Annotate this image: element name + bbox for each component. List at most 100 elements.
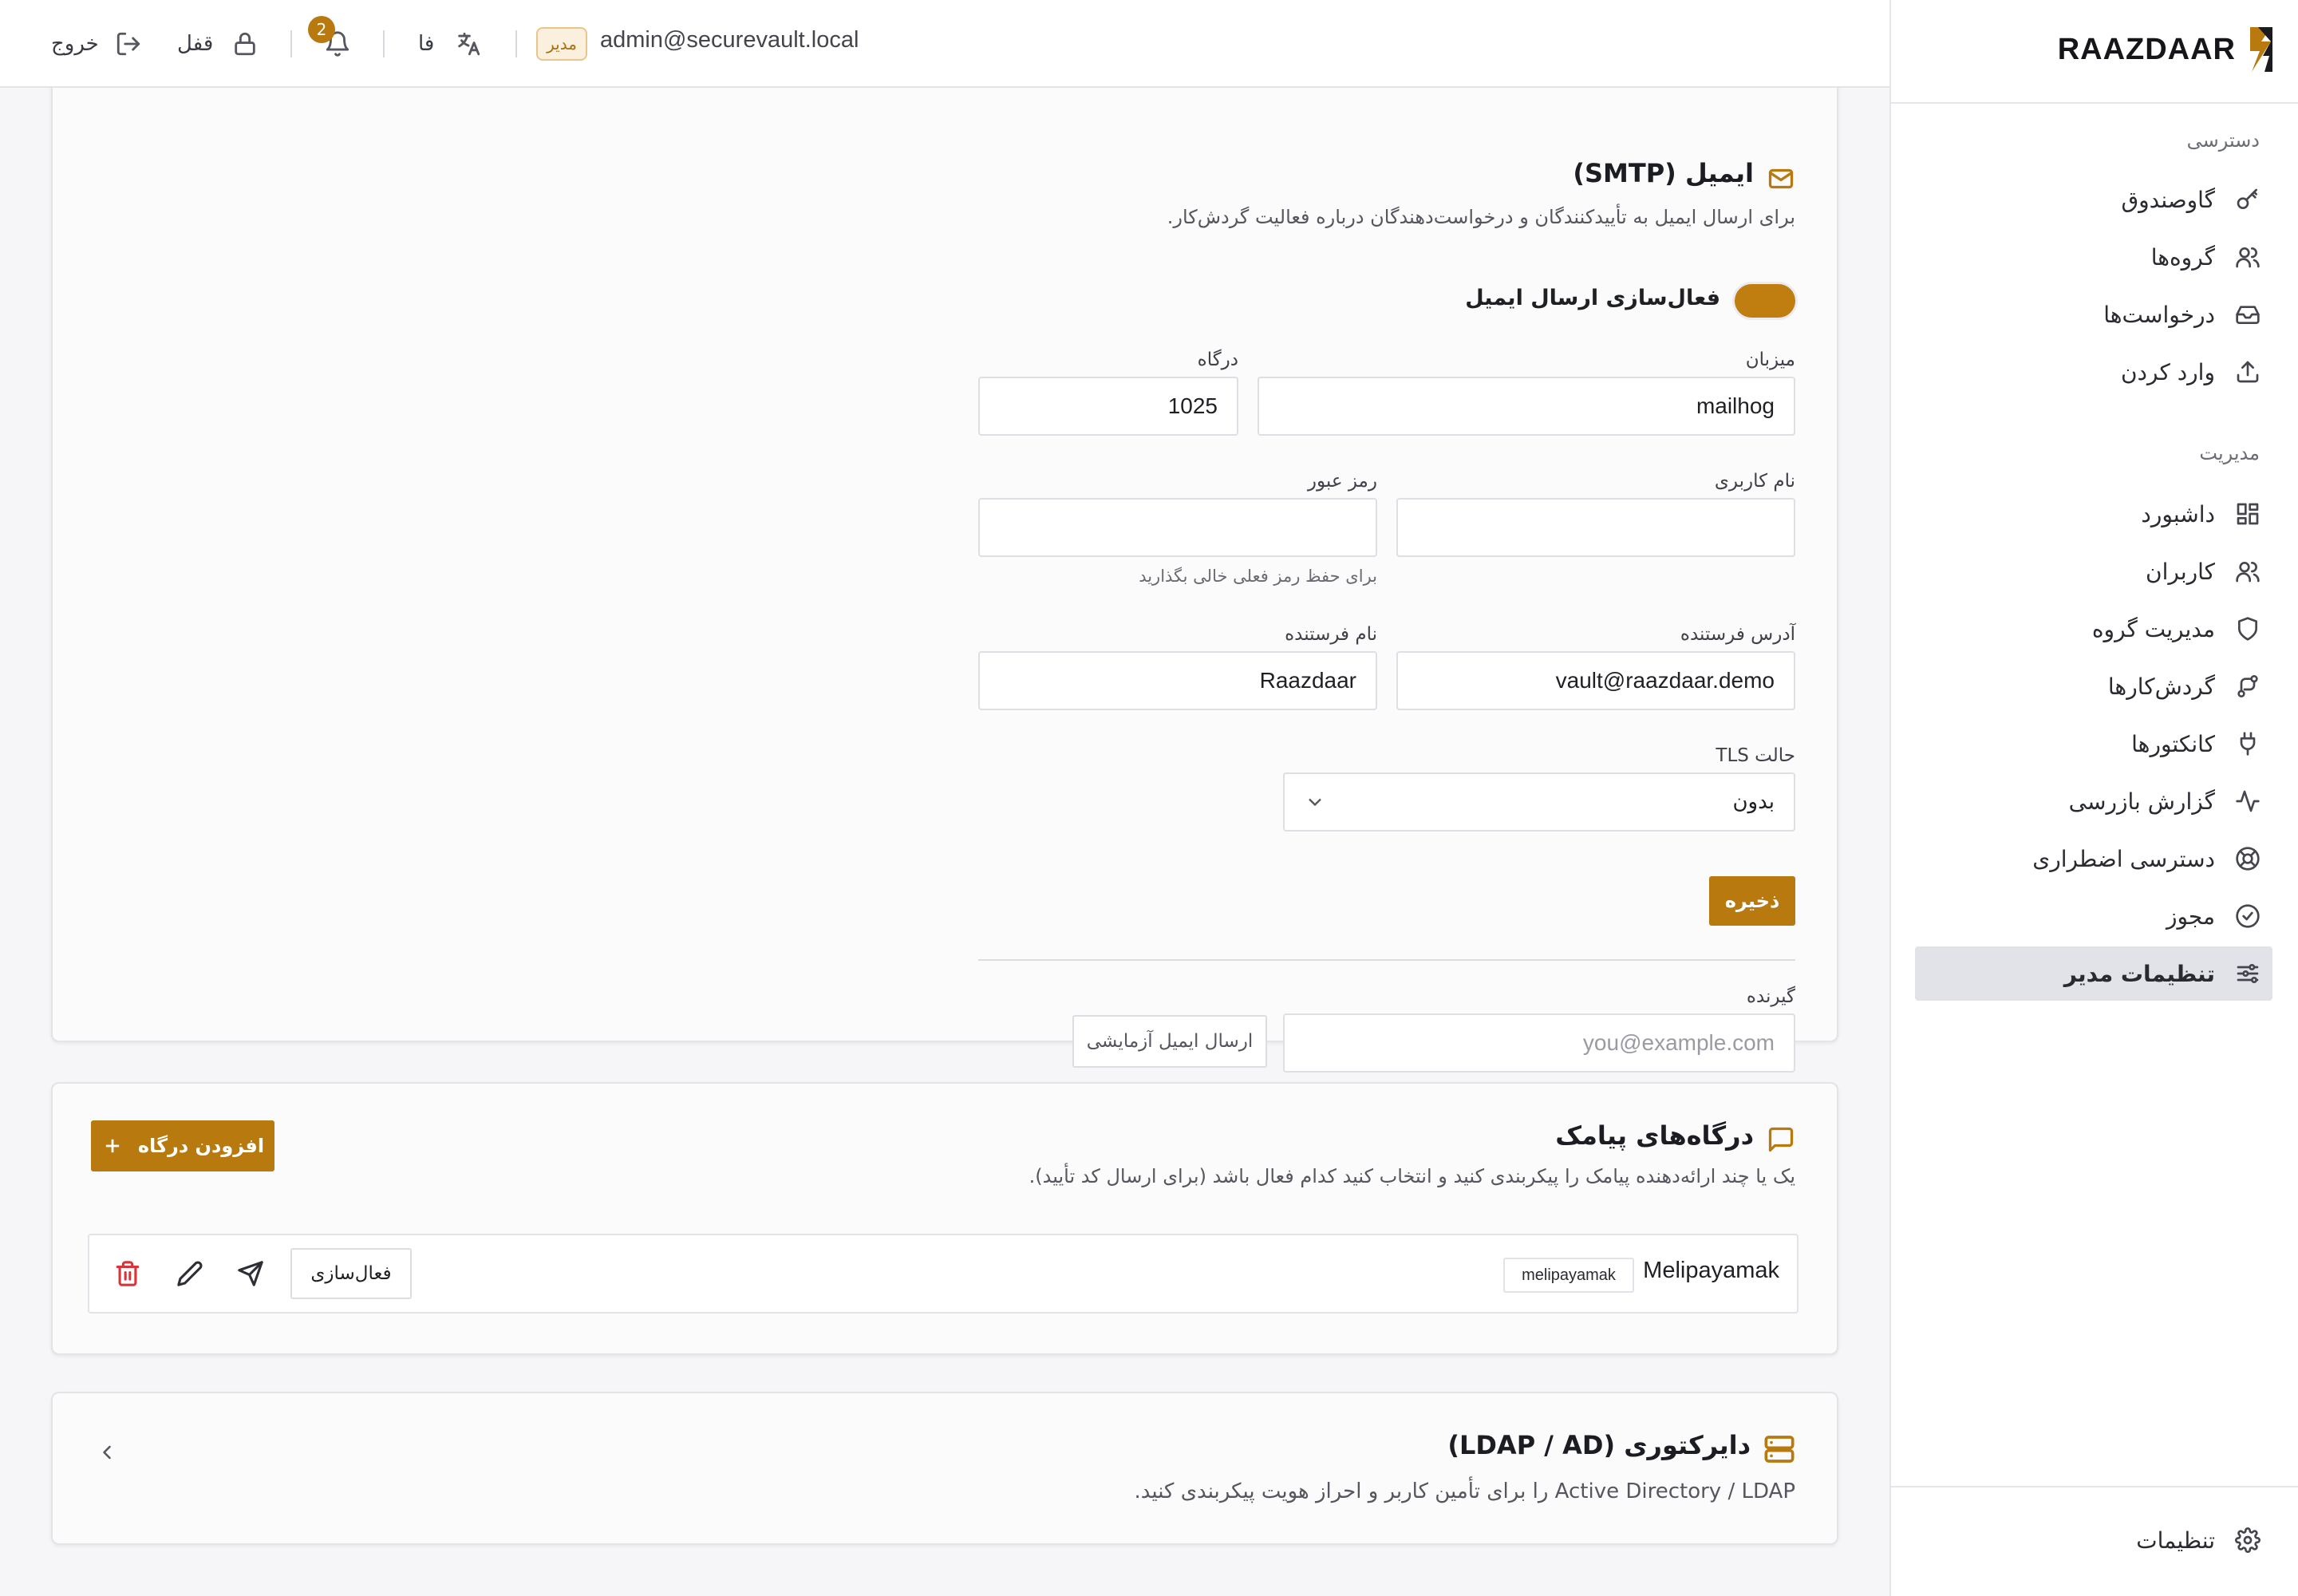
inbox-icon — [2234, 301, 2261, 328]
shield-icon — [2234, 615, 2261, 642]
sidebar-item-group-management[interactable]: مدیریت گروه — [1915, 602, 2272, 656]
from-name-label: نام فرستنده — [1285, 624, 1377, 645]
email-enable-label: فعال‌سازی ارسال ایمیل — [1465, 286, 1720, 310]
send-test-sms-button[interactable] — [233, 1256, 268, 1291]
sidebar-item-requests[interactable]: درخواست‌ها — [1915, 287, 2272, 342]
upload-icon — [2234, 358, 2261, 385]
sidebar-item-dashboard[interactable]: داشبورد — [1915, 487, 2272, 541]
tls-mode-label: حالت TLS — [1716, 745, 1795, 766]
from-name-input[interactable]: Raazdaar — [978, 651, 1377, 710]
sidebar-item-label: کاربران — [2146, 558, 2215, 585]
gateway-name: Melipayamak — [1643, 1258, 1779, 1283]
sidebar-item-settings[interactable]: تنظیمات — [1915, 1513, 2272, 1567]
ldap-directory-card[interactable]: دایرکتوری (LDAP / AD) Active Directory /… — [51, 1392, 1838, 1545]
pencil-icon — [177, 1261, 203, 1286]
sidebar-item-workflows[interactable]: گردش‌کارها — [1915, 659, 2272, 713]
recipient-label: گیرنده — [1746, 986, 1795, 1007]
sidebar-item-label: گردش‌کارها — [2107, 673, 2215, 700]
sidebar-item-label: درخواست‌ها — [2103, 301, 2215, 328]
brand-logo-icon — [2250, 27, 2272, 72]
users-icon — [2234, 243, 2261, 271]
gateway-type-tag: melipayamak — [1503, 1258, 1634, 1293]
port-label: درگاه — [1197, 350, 1238, 370]
sidebar-item-import[interactable]: وارد کردن — [1915, 345, 2272, 399]
divider — [290, 30, 292, 57]
sidebar-item-label: مدیریت گروه — [2091, 615, 2215, 642]
section-label-access: دسترسی — [2186, 129, 2260, 152]
brand[interactable]: RAAZDAAR — [2058, 24, 2276, 75]
top-bar: admin@securevault.local مدیر فا 2 قفل خر… — [0, 0, 1889, 88]
translate-button[interactable] — [455, 0, 482, 88]
email-smtp-card: ایمیل (SMTP) برای ارسال ایمیل به تأییدکن… — [51, 88, 1838, 1073]
message-square-icon — [1767, 1125, 1795, 1157]
sidebar-item-label: گروه‌ها — [2150, 243, 2215, 271]
translate-icon — [458, 32, 480, 56]
edit-gateway-button[interactable] — [172, 1256, 207, 1291]
email-card-description: برای ارسال ایمیل به تأییدکنندگان و درخوا… — [1167, 206, 1795, 228]
brand-name: RAAZDAAR — [2057, 32, 2236, 66]
port-input[interactable]: 1025 — [978, 377, 1238, 436]
activate-gateway-button[interactable]: فعال‌سازی — [290, 1248, 412, 1299]
sidebar-item-vault[interactable]: گاوصندوق — [1915, 172, 2272, 227]
expand-ldap-button[interactable] — [89, 1435, 124, 1470]
gateway-row: Melipayamak melipayamak فعال‌سازی — [88, 1234, 1799, 1314]
sidebar-item-license[interactable]: مجوز — [1915, 889, 2272, 943]
plug-icon — [2234, 730, 2261, 757]
chevron-down-icon — [1309, 798, 1321, 807]
sidebar-item-admin-settings[interactable]: تنظیمات مدیر — [1915, 946, 2272, 1001]
mail-icon — [1767, 164, 1795, 196]
server-icon — [1763, 1433, 1795, 1468]
ldap-card-description: Active Directory / LDAP را برای تأمین کا… — [1134, 1479, 1795, 1503]
lock-icon[interactable] — [231, 0, 259, 88]
main-content: ایمیل (SMTP) برای ارسال ایمیل به تأییدکن… — [0, 88, 1889, 1596]
sidebar-item-label: مجوز — [2166, 903, 2215, 930]
ldap-card-title: دایرکتوری (LDAP / AD) — [1447, 1430, 1751, 1460]
sidebar-item-label: کانکتورها — [2131, 730, 2215, 757]
tls-mode-value: بدون — [1732, 790, 1775, 814]
sidebar-item-connectors[interactable]: کانکتورها — [1915, 717, 2272, 771]
save-button[interactable]: ذخیره — [1709, 876, 1795, 926]
toggle-knob — [1738, 287, 1765, 314]
role-badge: مدیر — [536, 27, 587, 61]
recipient-input[interactable]: you@example.com — [1283, 1013, 1795, 1073]
sidebar-item-label: گاوصندوق — [2121, 186, 2215, 213]
workflow-icon — [2234, 673, 2261, 700]
add-gateway-button[interactable]: افزودن درگاه — [91, 1120, 274, 1171]
logout-icon[interactable] — [115, 0, 142, 88]
sidebar: RAAZDAAR دسترسی گاوصندوق گروه‌ها درخواست… — [1889, 0, 2298, 1596]
delete-gateway-button[interactable] — [110, 1256, 145, 1291]
sidebar-item-label: دسترسی اضطراری — [2032, 845, 2215, 872]
key-icon — [2234, 186, 2261, 213]
email-enable-toggle[interactable] — [1735, 284, 1795, 318]
sidebar-item-emergency-access[interactable]: دسترسی اضطراری — [1915, 832, 2272, 886]
send-test-email-button[interactable]: ارسال ایمیل آزمایشی — [1072, 1015, 1267, 1068]
badge-check-icon — [2234, 903, 2261, 930]
user-email: admin@securevault.local — [600, 27, 859, 53]
sliders-icon — [2234, 960, 2261, 987]
sidebar-item-audit-log[interactable]: گزارش بازرسی — [1915, 774, 2272, 828]
sms-card-title: درگاه‌های پیامک — [1555, 1120, 1754, 1151]
sidebar-item-label: گزارش بازرسی — [2068, 788, 2215, 815]
notifications-button[interactable] — [324, 0, 351, 88]
divider — [383, 30, 385, 57]
sms-card-description: یک یا چند ارائه‌دهنده پیامک را پیکربندی … — [1029, 1165, 1795, 1187]
tls-mode-select[interactable]: بدون — [1283, 772, 1795, 832]
password-hint: برای حفظ رمز فعلی خالی بگذارید — [1139, 567, 1377, 586]
chevron-left-icon — [103, 1445, 111, 1460]
lifebuoy-icon — [2234, 845, 2261, 872]
password-input[interactable] — [978, 498, 1377, 557]
host-label: میزبان — [1745, 350, 1795, 370]
language-label[interactable]: فا — [418, 0, 434, 88]
username-input[interactable] — [1396, 498, 1795, 557]
sidebar-item-label: وارد کردن — [2120, 358, 2215, 385]
host-input[interactable]: mailhog — [1258, 377, 1795, 436]
sidebar-item-users[interactable]: کاربران — [1915, 544, 2272, 598]
notification-count-badge: 2 — [308, 16, 335, 43]
logout-button[interactable]: خروج — [51, 0, 99, 88]
username-label: نام کاربری — [1714, 471, 1795, 492]
sidebar-item-groups[interactable]: گروه‌ها — [1915, 230, 2272, 284]
from-address-input[interactable]: vault@raazdaar.demo — [1396, 651, 1795, 710]
dashboard-icon — [2234, 500, 2261, 527]
plus-icon — [105, 1139, 120, 1153]
lock-button[interactable]: قفل — [177, 0, 213, 88]
